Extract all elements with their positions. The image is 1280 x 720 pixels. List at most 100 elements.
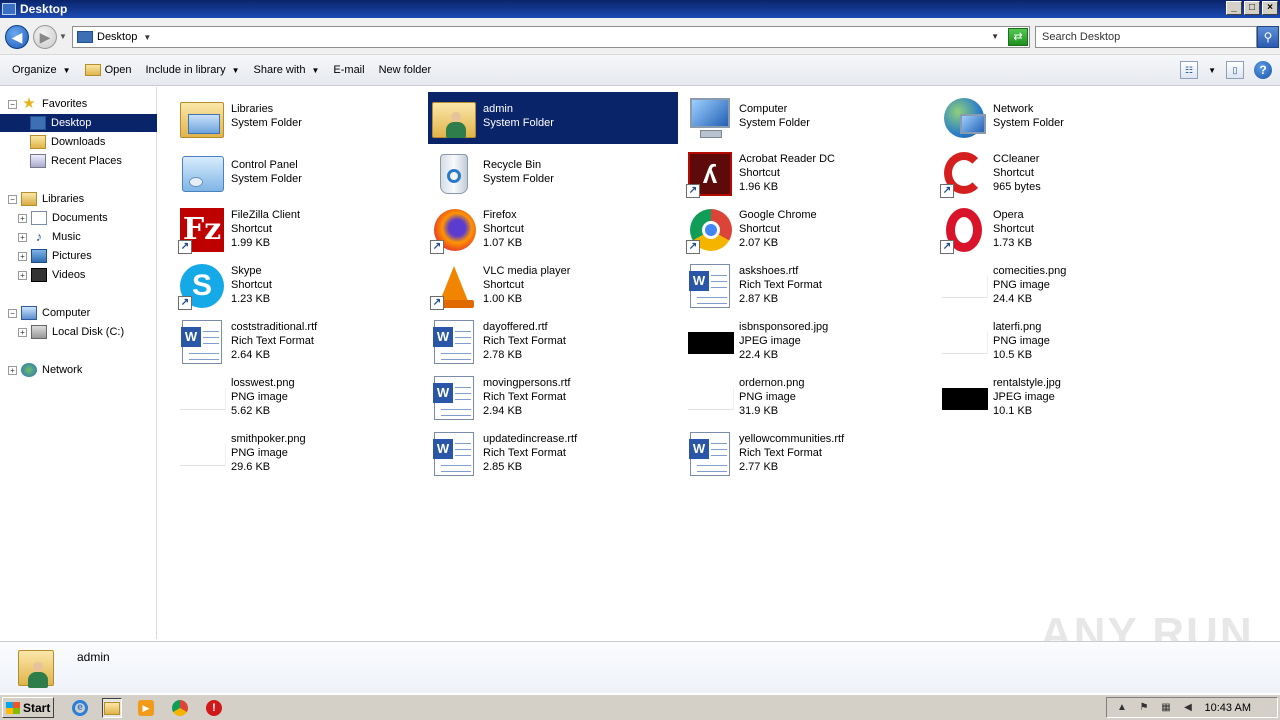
close-button[interactable]: × — [1262, 1, 1278, 15]
item-dayoffered-rtf[interactable]: W dayoffered.rtf Rich Text Format 2.78 K… — [428, 316, 678, 368]
command-bar: Organize ▼ Open Include in library ▼ Share… — [0, 54, 1280, 86]
nav-recent-places[interactable]: Recent Places — [30, 152, 122, 170]
ie-quicklaunch[interactable]: e — [70, 698, 90, 718]
recent-places-icon — [30, 154, 46, 168]
expand-icon[interactable]: + — [18, 251, 27, 261]
nav-computer[interactable]: − Computer — [8, 304, 90, 322]
nav-local-disk[interactable]: + Local Disk (C:) — [18, 323, 124, 341]
nav-network[interactable]: + Network — [8, 361, 82, 379]
chevron-down-icon[interactable]: ▼ — [143, 33, 151, 42]
nav-label: Music — [52, 231, 81, 243]
item-updatedincrease-rtf[interactable]: W updatedincrease.rtf Rich Text Format 2… — [428, 428, 678, 480]
nav-music[interactable]: + ♪ Music — [18, 228, 81, 246]
address-bar[interactable]: Desktop ▼ ▼ — [72, 26, 1030, 48]
internet-explorer-icon: e — [72, 700, 88, 716]
item-smithpoker-png[interactable]: smithpoker.png PNG image 29.6 KB — [176, 428, 426, 480]
item-recycle-bin[interactable]: Recycle Bin System Folder — [428, 148, 678, 200]
item-name: ordernon.png — [739, 377, 805, 389]
documents-icon — [31, 211, 47, 225]
item-yellowcommunities-rtf[interactable]: W yellowcommunities.rtf Rich Text Format… — [684, 428, 934, 480]
collapse-icon[interactable]: − — [8, 99, 17, 109]
item-firefox[interactable]: ↗ Firefox Shortcut 1.07 KB — [428, 204, 678, 256]
new-folder-button[interactable]: New folder — [372, 59, 439, 81]
folder-icon — [104, 701, 120, 715]
view-options-dropdown[interactable]: ▼ — [1208, 66, 1216, 75]
item-control-panel[interactable]: Control Panel System Folder — [176, 148, 426, 200]
forward-button[interactable]: ▶ — [33, 25, 57, 49]
item-skype[interactable]: S ↗ Skype Shortcut 1.23 KB — [176, 260, 426, 312]
stop-quicklaunch[interactable]: ! — [204, 698, 224, 718]
start-button[interactable]: Start — [2, 697, 54, 718]
item-size: 2.77 KB — [739, 461, 779, 473]
change-view-icon[interactable]: ☷ — [1180, 61, 1199, 79]
item-ordernon-png[interactable]: ordernon.png PNG image 31.9 KB — [684, 372, 934, 424]
item-coststraditional-rtf[interactable]: W coststraditional.rtf Rich Text Format … — [176, 316, 426, 368]
clock[interactable]: 10:43 AM — [1205, 702, 1251, 714]
nav-label: Local Disk (C:) — [52, 326, 125, 338]
search-icon[interactable]: ⚲ — [1257, 26, 1279, 48]
item-vlc[interactable]: ↗ VLC media player Shortcut 1.00 KB — [428, 260, 678, 312]
item-losswest-png[interactable]: losswest.png PNG image 5.62 KB — [176, 372, 426, 424]
acrobat-icon: ʎ ↗ — [686, 150, 734, 198]
expand-icon[interactable]: + — [18, 327, 27, 337]
address-history-dropdown[interactable]: ▼ — [991, 32, 999, 41]
item-comecities-png[interactable]: comecities.png PNG image 24.4 KB — [938, 260, 1188, 312]
volume-icon[interactable]: ◀ — [1181, 701, 1195, 715]
item-name: smithpoker.png — [231, 433, 306, 445]
item-admin[interactable]: admin System Folder — [428, 92, 678, 144]
expand-icon[interactable]: + — [18, 232, 27, 242]
item-movingpersons-rtf[interactable]: W movingpersons.rtf Rich Text Format 2.9… — [428, 372, 678, 424]
control-panel-icon — [178, 150, 226, 198]
network-tray-icon[interactable]: ▦ — [1159, 701, 1173, 715]
item-network[interactable]: Network System Folder — [938, 92, 1188, 144]
item-opera[interactable]: ↗ Opera Shortcut 1.73 KB — [938, 204, 1188, 256]
chrome-quicklaunch[interactable] — [170, 698, 190, 718]
media-player-quicklaunch[interactable]: ▶ — [136, 698, 156, 718]
item-type: Shortcut — [739, 167, 780, 179]
item-isbnsponsored-jpg[interactable]: isbnsponsored.jpg JPEG image 22.4 KB — [684, 316, 934, 368]
item-ccleaner[interactable]: ↗ CCleaner Shortcut 965 bytes — [938, 148, 1188, 200]
item-computer[interactable]: Computer System Folder — [684, 92, 934, 144]
explorer-taskbar-button[interactable] — [102, 698, 122, 718]
nav-downloads[interactable]: Downloads — [30, 133, 105, 151]
flag-icon[interactable]: ⚑ — [1137, 701, 1151, 715]
search-input[interactable]: Search Desktop — [1035, 26, 1257, 48]
item-askshoes-rtf[interactable]: W askshoes.rtf Rich Text Format 2.87 KB — [684, 260, 934, 312]
item-laterfi-png[interactable]: laterfi.png PNG image 10.5 KB — [938, 316, 1188, 368]
collapse-icon[interactable]: − — [8, 308, 17, 318]
maximize-button[interactable]: □ — [1244, 1, 1260, 15]
open-button[interactable]: Open — [78, 59, 139, 81]
item-acrobat-reader[interactable]: ʎ ↗ Acrobat Reader DC Shortcut 1.96 KB — [684, 148, 934, 200]
expand-icon[interactable]: + — [8, 365, 17, 375]
minimize-button[interactable]: _ — [1226, 1, 1242, 15]
item-google-chrome[interactable]: ↗ Google Chrome Shortcut 2.07 KB — [684, 204, 934, 256]
nav-documents[interactable]: + Documents — [18, 209, 108, 227]
show-hidden-icons-icon[interactable]: ▲ — [1115, 701, 1129, 715]
item-type: PNG image — [231, 447, 288, 459]
item-libraries[interactable]: Libraries System Folder — [176, 92, 426, 144]
item-name: Skype — [231, 265, 262, 277]
preview-pane-icon[interactable]: ▯ — [1226, 61, 1244, 79]
organize-button[interactable]: Organize ▼ — [5, 59, 78, 81]
recent-pages-dropdown[interactable]: ▼ — [59, 32, 67, 41]
collapse-icon[interactable]: − — [8, 194, 17, 204]
email-button[interactable]: E-mail — [326, 59, 371, 81]
refresh-button[interactable]: ⇄ — [1008, 28, 1028, 46]
item-filezilla[interactable]: Fz ↗ FileZilla Client Shortcut 1.99 KB — [176, 204, 426, 256]
include-in-library-button[interactable]: Include in library ▼ — [138, 59, 246, 81]
help-icon[interactable]: ? — [1254, 61, 1272, 79]
expand-icon[interactable]: + — [18, 213, 27, 223]
star-icon: ★ — [22, 95, 36, 112]
chevron-down-icon: ▼ — [231, 65, 240, 75]
nav-libraries[interactable]: − Libraries — [8, 190, 84, 208]
nav-desktop[interactable]: Desktop — [0, 114, 157, 132]
nav-videos[interactable]: + Videos — [18, 266, 85, 284]
share-with-button[interactable]: Share with ▼ — [247, 59, 327, 81]
item-size: 1.96 KB — [739, 181, 779, 193]
item-rentalstyle-jpg[interactable]: rentalstyle.jpg JPEG image 10.1 KB — [938, 372, 1188, 424]
back-button[interactable]: ◀ — [5, 25, 29, 49]
expand-icon[interactable]: + — [18, 270, 27, 280]
item-name: isbnsponsored.jpg — [739, 321, 829, 333]
nav-pictures[interactable]: + Pictures — [18, 247, 92, 265]
nav-favorites[interactable]: − ★ Favorites — [8, 95, 87, 113]
